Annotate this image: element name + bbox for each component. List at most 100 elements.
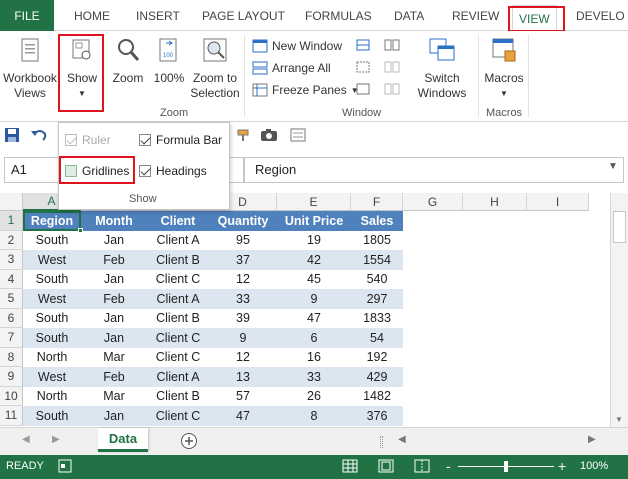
column-header-h[interactable]: H xyxy=(463,193,527,211)
row-header[interactable]: 2 xyxy=(0,230,23,250)
table-cell[interactable]: 42 xyxy=(277,250,351,270)
table-cell[interactable]: South xyxy=(23,308,81,328)
column-header-e[interactable]: E xyxy=(277,193,351,211)
table-cell[interactable]: Jan xyxy=(81,328,147,348)
new-window-button[interactable]: New Window xyxy=(252,37,342,55)
tab-page-layout[interactable]: PAGE LAYOUT xyxy=(202,0,285,31)
table-cell[interactable]: 57 xyxy=(209,386,277,406)
table-cell[interactable]: 429 xyxy=(351,367,403,387)
table-cell[interactable]: Jan xyxy=(81,308,147,328)
table-cell[interactable]: 47 xyxy=(277,308,351,328)
table-header-cell[interactable]: Region xyxy=(23,211,81,231)
row-header[interactable]: 6 xyxy=(0,308,23,328)
table-cell[interactable]: 37 xyxy=(209,250,277,270)
tab-review[interactable]: REVIEW xyxy=(452,0,499,31)
tab-formulas[interactable]: FORMULAS xyxy=(305,0,372,31)
table-cell[interactable]: 16 xyxy=(277,347,351,367)
table-cell[interactable]: West xyxy=(23,367,81,387)
table-cell[interactable]: 12 xyxy=(209,347,277,367)
table-header-cell[interactable]: Client xyxy=(147,211,209,231)
table-cell[interactable]: Client B xyxy=(147,308,209,328)
table-cell[interactable]: South xyxy=(23,230,81,250)
scroll-down-icon[interactable]: ▼ xyxy=(615,415,623,424)
table-cell[interactable]: Feb xyxy=(81,250,147,270)
table-cell[interactable]: North xyxy=(23,386,81,406)
show-button[interactable]: Show ▼ xyxy=(60,37,104,101)
table-cell[interactable]: Client B xyxy=(147,386,209,406)
row-header[interactable]: 1 xyxy=(0,211,23,231)
row-header[interactable]: 7 xyxy=(0,328,23,348)
format-painter-icon[interactable] xyxy=(236,128,252,142)
row-header[interactable]: 10 xyxy=(0,386,23,406)
tab-file[interactable]: FILE xyxy=(0,0,54,31)
zoom-out-button[interactable]: - xyxy=(446,458,451,474)
table-cell[interactable]: 47 xyxy=(209,406,277,426)
headings-option[interactable]: Headings xyxy=(139,164,207,178)
table-cell[interactable]: 45 xyxy=(277,269,351,289)
table-cell[interactable]: 54 xyxy=(351,328,403,348)
vertical-scrollbar[interactable]: ▼ xyxy=(610,193,628,427)
unhide-icon[interactable] xyxy=(356,83,370,95)
zoom-in-button[interactable]: + xyxy=(558,458,566,474)
macros-button[interactable]: Macros ▼ xyxy=(482,37,526,101)
table-cell[interactable]: 1554 xyxy=(351,250,403,270)
table-cell[interactable]: 1805 xyxy=(351,230,403,250)
table-cell[interactable]: Client C xyxy=(147,347,209,367)
table-cell[interactable]: Client C xyxy=(147,406,209,426)
next-sheet-icon[interactable]: ▶ xyxy=(52,434,60,445)
table-cell[interactable]: South xyxy=(23,269,81,289)
table-cell[interactable]: 33 xyxy=(277,367,351,387)
formula-bar-checkbox[interactable] xyxy=(139,134,151,146)
freeze-panes-button[interactable]: Freeze Panes ▼ xyxy=(252,81,359,99)
arrange-all-button[interactable]: Arrange All xyxy=(252,59,331,77)
table-cell[interactable]: 376 xyxy=(351,406,403,426)
table-cell[interactable]: 33 xyxy=(209,289,277,309)
table-cell[interactable]: West xyxy=(23,289,81,309)
table-cell[interactable]: Client B xyxy=(147,250,209,270)
reset-window-position-icon[interactable] xyxy=(384,83,400,95)
table-cell[interactable]: 297 xyxy=(351,289,403,309)
table-cell[interactable]: 1833 xyxy=(351,308,403,328)
worksheet-grid[interactable]: ABCDEFGHI 1234567891011 RegionMonthClien… xyxy=(0,193,610,427)
tab-view[interactable]: VIEW xyxy=(512,5,557,32)
zoom-to-selection-button[interactable]: Zoom to Selection xyxy=(190,37,240,101)
row-header[interactable]: 4 xyxy=(0,269,23,289)
hscroll-left-icon[interactable]: ◀ xyxy=(398,434,406,445)
table-cell[interactable]: Jan xyxy=(81,406,147,426)
table-header-cell[interactable]: Month xyxy=(81,211,147,231)
table-cell[interactable]: 8 xyxy=(277,406,351,426)
formula-expand-icon[interactable]: ▼ xyxy=(608,161,618,172)
table-cell[interactable]: 6 xyxy=(277,328,351,348)
row-header[interactable]: 9 xyxy=(0,367,23,387)
normal-view-icon[interactable] xyxy=(342,459,358,473)
select-all-corner[interactable] xyxy=(0,193,23,211)
zoom-level[interactable]: 100% xyxy=(580,460,608,472)
gridlines-option[interactable]: Gridlines xyxy=(65,164,129,178)
table-cell[interactable]: Jan xyxy=(81,269,147,289)
formula-bar-option[interactable]: Formula Bar xyxy=(139,133,222,147)
table-cell[interactable]: Client A xyxy=(147,230,209,250)
switch-windows-button[interactable]: Switch Windows xyxy=(412,37,472,101)
table-cell[interactable]: South xyxy=(23,328,81,348)
table-cell[interactable]: 19 xyxy=(277,230,351,250)
zoom-button[interactable]: Zoom xyxy=(108,37,148,86)
page-break-view-icon[interactable] xyxy=(414,459,430,473)
table-cell[interactable]: West xyxy=(23,250,81,270)
form-icon[interactable] xyxy=(290,128,306,142)
table-cell[interactable]: Jan xyxy=(81,230,147,250)
macro-record-icon[interactable] xyxy=(58,459,72,473)
table-cell[interactable]: Client C xyxy=(147,269,209,289)
zoom-100-button[interactable]: 100 100% xyxy=(150,37,188,86)
headings-checkbox[interactable] xyxy=(139,165,151,177)
page-layout-view-icon[interactable] xyxy=(378,459,394,473)
table-cell[interactable]: 39 xyxy=(209,308,277,328)
scroll-thumb[interactable] xyxy=(613,211,626,243)
hide-icon[interactable] xyxy=(356,61,370,73)
table-cell[interactable]: 95 xyxy=(209,230,277,250)
table-cell[interactable]: Client A xyxy=(147,367,209,387)
row-header[interactable]: 8 xyxy=(0,347,23,367)
table-cell[interactable]: Mar xyxy=(81,386,147,406)
view-side-by-side-icon[interactable] xyxy=(384,39,400,51)
split-icon[interactable] xyxy=(356,39,370,51)
table-header-cell[interactable]: Sales xyxy=(351,211,403,231)
